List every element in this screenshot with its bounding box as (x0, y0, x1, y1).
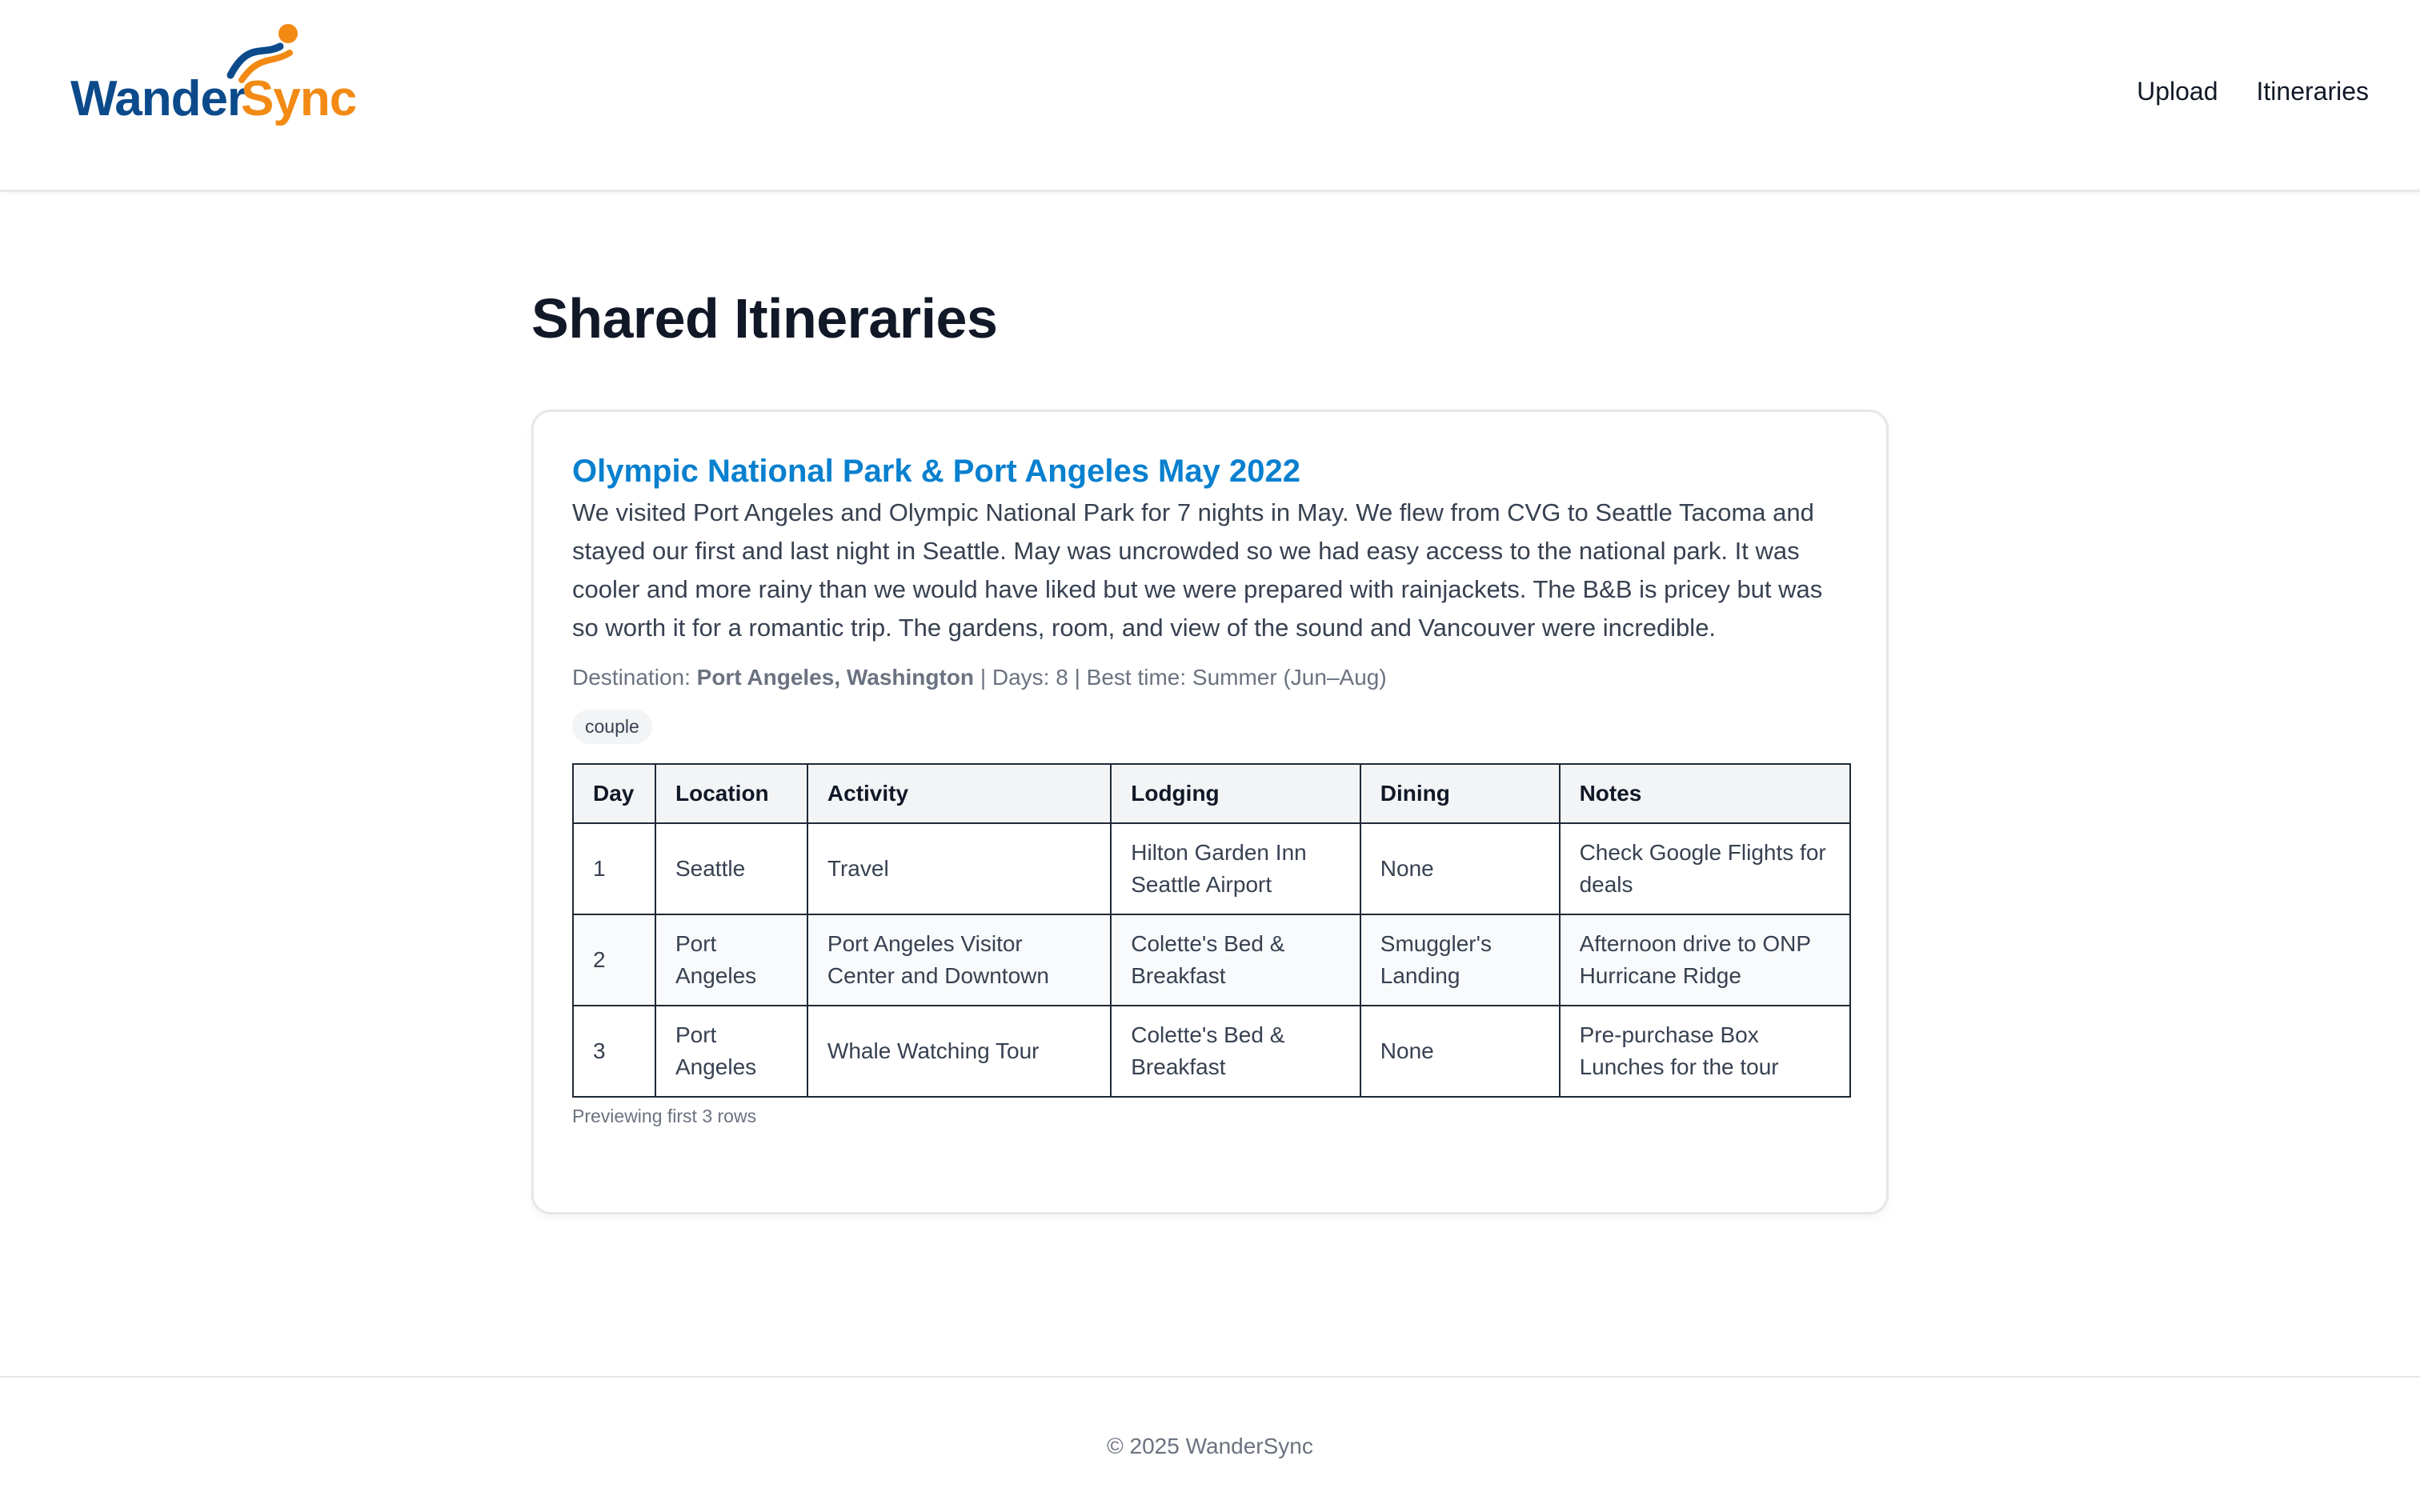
main-nav: Upload Itineraries (2137, 77, 2369, 106)
cell-activity: Whale Watching Tour (806, 1005, 1112, 1098)
column-header-dining: Dining (1359, 763, 1561, 825)
destination-value: Port Angeles, Washington (696, 665, 975, 690)
itinerary-card: Olympic National Park & Port Angeles May… (531, 410, 1889, 1214)
table-row: 3 Port Angeles Whale Watching Tour Colet… (572, 1005, 1852, 1098)
preview-note: Previewing first 3 rows (572, 1106, 757, 1127)
cell-location: Seattle (654, 822, 808, 916)
days-and-season: | Days: 8 | Best time: Summer (Jun–Aug) (980, 665, 1387, 690)
cell-day: 1 (572, 822, 656, 916)
table-header-row: Day Location Activity Lodging Dining Not… (572, 763, 1852, 825)
cell-dining: Smuggler's Landing (1359, 914, 1561, 1007)
cell-activity: Port Angeles Visitor Center and Downtown (806, 914, 1112, 1007)
column-header-activity: Activity (806, 763, 1112, 825)
copyright-text: © 2025 WanderSync (1107, 1434, 1313, 1458)
cell-lodging: Colette's Bed & Breakfast (1110, 1005, 1361, 1098)
itinerary-description: We visited Port Angeles and Olympic Nati… (572, 498, 1823, 642)
itinerary-table: Day Location Activity Lodging Dining Not… (572, 763, 1852, 1098)
wandersync-logo[interactable]: Wander Sync (70, 18, 359, 138)
logo-sun-icon (278, 24, 298, 43)
column-header-lodging: Lodging (1110, 763, 1361, 825)
cell-notes: Afternoon drive to ONP Hurricane Ridge (1558, 914, 1852, 1007)
site-header: Wander Sync Upload Itineraries (0, 0, 2420, 192)
itinerary-meta: Destination: Port Angeles, Washington | … (572, 663, 1848, 692)
cell-day: 3 (572, 1005, 656, 1098)
main-content: Shared Itineraries Olympic National Park… (531, 287, 1889, 1214)
cell-location: Port Angeles (654, 1005, 808, 1098)
destination-label: Destination: (572, 665, 691, 690)
table-row: 2 Port Angeles Port Angeles Visitor Cent… (572, 914, 1852, 1007)
logo-text-wander: Wander (70, 71, 246, 126)
tag-badge: couple (572, 710, 652, 745)
column-header-day: Day (572, 763, 656, 825)
site-footer: © 2025 WanderSync (0, 1376, 2420, 1512)
cell-lodging: Colette's Bed & Breakfast (1110, 914, 1361, 1007)
logo-text-sync: Sync (241, 71, 356, 126)
itinerary-title-link[interactable]: Olympic National Park & Port Angeles May… (572, 452, 1848, 490)
cell-notes: Check Google Flights for deals (1558, 822, 1852, 916)
cell-lodging: Hilton Garden Inn Seattle Airport (1110, 822, 1361, 916)
cell-day: 2 (572, 914, 656, 1007)
table-row: 1 Seattle Travel Hilton Garden Inn Seatt… (572, 822, 1852, 916)
page-title: Shared Itineraries (531, 287, 998, 350)
cell-notes: Pre-purchase Box Lunches for the tour (1558, 1005, 1852, 1098)
nav-itineraries-link[interactable]: Itineraries (2257, 77, 2370, 106)
nav-upload-link[interactable]: Upload (2137, 77, 2218, 106)
cell-activity: Travel (806, 822, 1112, 916)
column-header-notes: Notes (1558, 763, 1852, 825)
cell-dining: None (1359, 1005, 1561, 1098)
cell-location: Port Angeles (654, 914, 808, 1007)
column-header-location: Location (654, 763, 808, 825)
cell-dining: None (1359, 822, 1561, 916)
